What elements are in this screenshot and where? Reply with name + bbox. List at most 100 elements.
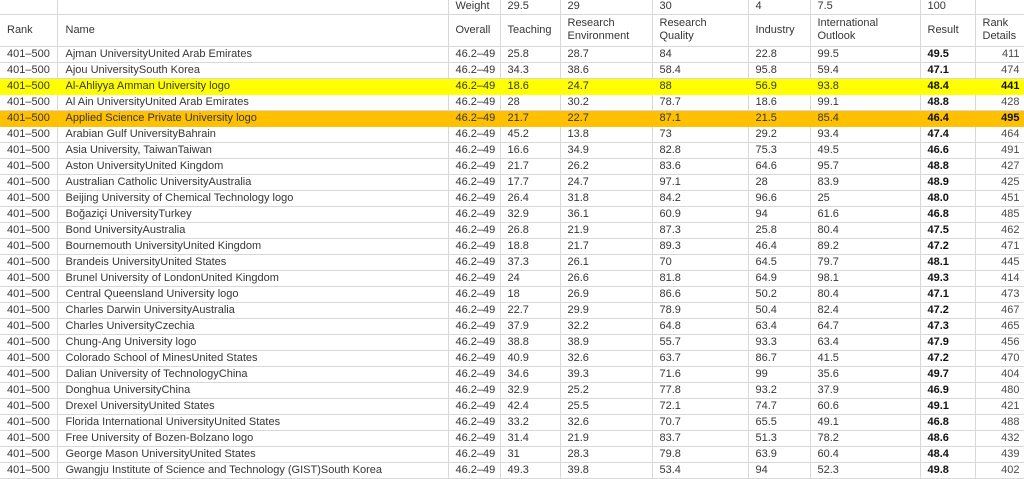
- cell-international-outlook[interactable]: 49.5: [810, 142, 921, 159]
- cell-international-outlook[interactable]: 93.8: [810, 78, 921, 95]
- cell-overall[interactable]: 46.2–49: [448, 110, 501, 127]
- cell-rank[interactable]: 401–500: [0, 286, 58, 303]
- cell-result[interactable]: 46.4: [920, 110, 976, 127]
- cell-rank[interactable]: 401–500: [0, 142, 58, 159]
- cell-rank-details[interactable]: 428: [975, 94, 1024, 111]
- cell-name[interactable]: Charles UniversityCzechia: [57, 318, 449, 335]
- cell-international-outlook[interactable]: 37.9: [810, 382, 921, 399]
- cell-name[interactable]: Florida International UniversityUnited S…: [57, 414, 449, 431]
- cell-rank-details[interactable]: 421: [975, 398, 1024, 415]
- cell-overall[interactable]: 46.2–49: [448, 462, 501, 479]
- cell-overall[interactable]: 46.2–49: [448, 190, 501, 207]
- cell-industry[interactable]: 64.6: [748, 158, 811, 175]
- cell-name[interactable]: Colorado School of MinesUnited States: [57, 350, 449, 367]
- cell-international-outlook[interactable]: 61.6: [810, 206, 921, 223]
- cell-name[interactable]: Bournemouth UniversityUnited Kingdom: [57, 238, 449, 255]
- cell-teaching[interactable]: 17.7: [500, 174, 561, 191]
- cell-result[interactable]: 49.3: [920, 270, 976, 287]
- cell-research-quality[interactable]: 83.6: [652, 158, 749, 175]
- cell-research-environment[interactable]: 32.2: [560, 318, 653, 335]
- cell-research-quality[interactable]: 88: [652, 78, 749, 95]
- cell-teaching[interactable]: 21.7: [500, 110, 561, 127]
- cell-industry[interactable]: 51.3: [748, 430, 811, 447]
- cell-research-quality[interactable]: 78.9: [652, 302, 749, 319]
- cell-international-outlook[interactable]: 35.6: [810, 366, 921, 383]
- cell-research-environment[interactable]: 21.9: [560, 222, 653, 239]
- cell-teaching[interactable]: 32.9: [500, 382, 561, 399]
- cell-industry[interactable]: 56.9: [748, 78, 811, 95]
- col-header-international-outlook[interactable]: International Outlook: [810, 14, 921, 47]
- cell-rank[interactable]: 401–500: [0, 254, 58, 271]
- cell-result[interactable]: 46.8: [920, 414, 976, 431]
- cell-research-environment[interactable]: 38.6: [560, 62, 653, 79]
- cell-overall[interactable]: 46.2–49: [448, 302, 501, 319]
- cell-rank[interactable]: 401–500: [0, 462, 58, 479]
- cell-name[interactable]: Brandeis UniversityUnited States: [57, 254, 449, 271]
- cell-rank-details[interactable]: 480: [975, 382, 1024, 399]
- cell-rank[interactable]: 401–500: [0, 238, 58, 255]
- cell-name[interactable]: Al Ain UniversityUnited Arab Emirates: [57, 94, 449, 111]
- col-header-teaching[interactable]: Teaching: [500, 14, 561, 47]
- cell-rank-details[interactable]: 473: [975, 286, 1024, 303]
- cell-rank[interactable]: 401–500: [0, 366, 58, 383]
- cell-rank-details[interactable]: 404: [975, 366, 1024, 383]
- cell-result[interactable]: 49.8: [920, 462, 976, 479]
- cell-research-environment[interactable]: 24.7: [560, 174, 653, 191]
- cell-international-outlook[interactable]: 99.1: [810, 94, 921, 111]
- cell-research-quality[interactable]: 60.9: [652, 206, 749, 223]
- cell-overall[interactable]: 46.2–49: [448, 174, 501, 191]
- cell-teaching[interactable]: 21.7: [500, 158, 561, 175]
- cell-name[interactable]: Charles Darwin UniversityAustralia: [57, 302, 449, 319]
- cell-overall[interactable]: 46.2–49: [448, 78, 501, 95]
- cell-research-environment[interactable]: 30.2: [560, 94, 653, 111]
- cell-industry[interactable]: 50.2: [748, 286, 811, 303]
- cell-rank-details[interactable]: 462: [975, 222, 1024, 239]
- cell-international-outlook[interactable]: 59.4: [810, 62, 921, 79]
- cell-rank-details[interactable]: 411: [975, 46, 1024, 63]
- cell-result[interactable]: 47.2: [920, 302, 976, 319]
- cell-research-environment[interactable]: 34.9: [560, 142, 653, 159]
- cell-overall[interactable]: 46.2–49: [448, 414, 501, 431]
- cell-rank-details[interactable]: 432: [975, 430, 1024, 447]
- cell-research-environment[interactable]: 26.1: [560, 254, 653, 271]
- cell-international-outlook[interactable]: 52.3: [810, 462, 921, 479]
- cell-overall[interactable]: 46.2–49: [448, 46, 501, 63]
- cell-overall[interactable]: 46.2–49: [448, 430, 501, 447]
- weight-research-quality[interactable]: 30: [652, 0, 749, 15]
- cell-research-environment[interactable]: 21.9: [560, 430, 653, 447]
- weight-cell-name-empty[interactable]: [57, 0, 449, 15]
- cell-industry[interactable]: 96.6: [748, 190, 811, 207]
- cell-rank[interactable]: 401–500: [0, 46, 58, 63]
- cell-result[interactable]: 47.2: [920, 350, 976, 367]
- cell-research-quality[interactable]: 89.3: [652, 238, 749, 255]
- cell-research-quality[interactable]: 70: [652, 254, 749, 271]
- cell-rank[interactable]: 401–500: [0, 222, 58, 239]
- cell-international-outlook[interactable]: 80.4: [810, 222, 921, 239]
- cell-research-quality[interactable]: 78.7: [652, 94, 749, 111]
- cell-industry[interactable]: 28: [748, 174, 811, 191]
- cell-industry[interactable]: 64.5: [748, 254, 811, 271]
- cell-result[interactable]: 47.3: [920, 318, 976, 335]
- cell-industry[interactable]: 50.4: [748, 302, 811, 319]
- col-header-result[interactable]: Result: [920, 14, 976, 47]
- cell-name[interactable]: Chung-Ang University logo: [57, 334, 449, 351]
- col-header-research-environment[interactable]: Research Environment: [560, 14, 653, 47]
- cell-overall[interactable]: 46.2–49: [448, 254, 501, 271]
- cell-teaching[interactable]: 26.4: [500, 190, 561, 207]
- cell-international-outlook[interactable]: 60.6: [810, 398, 921, 415]
- cell-research-quality[interactable]: 58.4: [652, 62, 749, 79]
- cell-overall[interactable]: 46.2–49: [448, 206, 501, 223]
- cell-name[interactable]: Ajman UniversityUnited Arab Emirates: [57, 46, 449, 63]
- cell-research-environment[interactable]: 28.3: [560, 446, 653, 463]
- cell-industry[interactable]: 65.5: [748, 414, 811, 431]
- cell-rank[interactable]: 401–500: [0, 318, 58, 335]
- cell-name[interactable]: Ajou UniversitySouth Korea: [57, 62, 449, 79]
- col-header-research-quality[interactable]: Research Quality: [652, 14, 749, 47]
- cell-rank[interactable]: 401–500: [0, 174, 58, 191]
- cell-international-outlook[interactable]: 93.4: [810, 126, 921, 143]
- cell-name[interactable]: Bond UniversityAustralia: [57, 222, 449, 239]
- weight-result[interactable]: 100: [920, 0, 976, 15]
- cell-teaching[interactable]: 26.8: [500, 222, 561, 239]
- cell-rank[interactable]: 401–500: [0, 126, 58, 143]
- cell-rank[interactable]: 401–500: [0, 78, 58, 95]
